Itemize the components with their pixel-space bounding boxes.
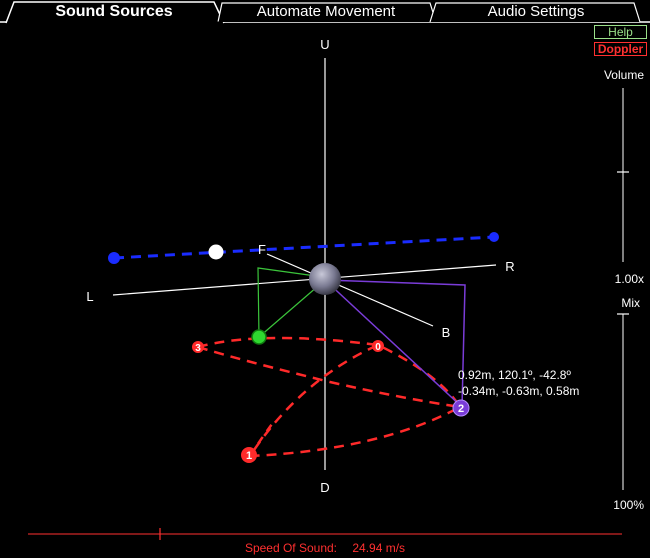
volume-value: 1.00x [614,272,644,286]
source-1-label: 1 [246,450,252,462]
blue-path-end-handle[interactable] [489,232,499,242]
source-2-marker[interactable]: 2 [452,399,470,417]
speed-of-sound-label: Speed Of Sound: [244,541,338,555]
left-right-axis-line [112,264,497,296]
red-path-diagonal [197,345,461,409]
speed-of-sound-display: Speed Of Sound: 24.94 m/s [0,541,650,555]
purple-link-line [324,279,463,408]
source-3-marker[interactable]: 3 [192,341,204,354]
axis-label-front: F [258,242,266,257]
source-coordinates-readout: 0.92m, 120.1º, -42.8º -0.34m, -0.63m, 0.… [458,367,579,399]
mix-value: 100% [613,498,644,512]
axis-label-back: B [442,325,451,340]
axis-label-right: R [505,259,514,274]
axis-label-down: D [320,480,329,495]
readout-cartesian: -0.34m, -0.63m, 0.58m [458,384,580,398]
speed-of-sound-value: 24.94 m/s [352,541,406,555]
source-3-label: 3 [195,343,201,354]
listener-head-sphere[interactable] [309,263,341,295]
blue-path-line [113,235,495,260]
axis-label-left: L [86,289,93,304]
axis-label-up: U [320,37,329,52]
red-path-upper [197,336,462,458]
listener-white-marker[interactable] [208,244,224,260]
green-source-handle[interactable] [251,329,267,345]
source-1-marker[interactable]: 1 [241,447,257,463]
readout-polar: 0.92m, 120.1º, -42.8º [458,368,571,382]
source-2-label: 2 [458,403,464,415]
source-0-marker[interactable]: 0 [372,340,384,353]
mix-label: Mix [621,296,640,310]
blue-path-start-handle[interactable] [108,252,120,264]
volume-label: Volume [603,68,644,82]
source-0-label: 0 [375,342,381,353]
sound-scene-view[interactable]: 0 3 1 2 U D L R F B [0,0,650,558]
front-back-axis-line [266,253,434,327]
